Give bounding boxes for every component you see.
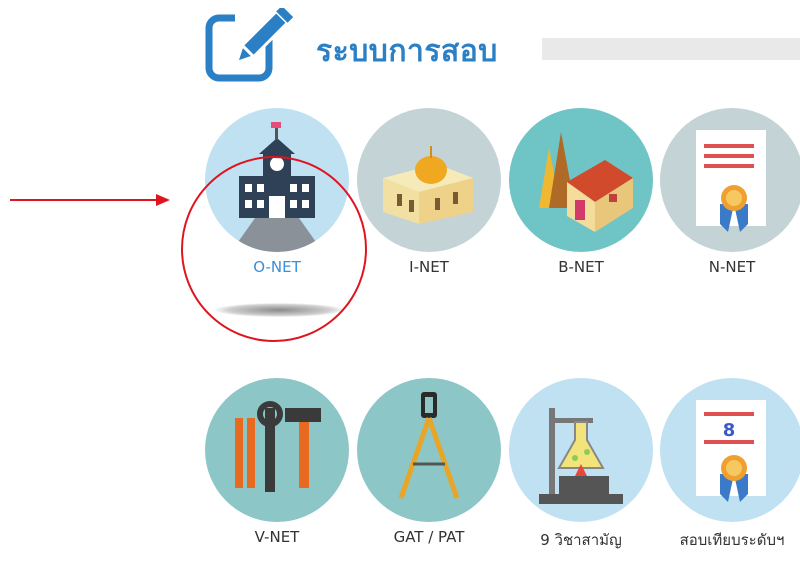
highlight-circle — [181, 156, 367, 342]
compass-icon — [357, 378, 501, 522]
tile-i-net[interactable]: I-NET — [357, 108, 501, 308]
certificate-number: 8 — [723, 420, 736, 441]
tile-label: N-NET — [708, 258, 756, 276]
tile-v-net[interactable]: V-NET — [205, 378, 349, 578]
tile-gat-pat[interactable]: GAT / PAT — [357, 378, 501, 578]
page-title: ระบบการสอบ — [316, 34, 498, 69]
certificate-8-icon: 8 — [660, 378, 800, 522]
pointer-arrow-icon — [10, 194, 170, 206]
tile-equivalency-exam[interactable]: 8 สอบเทียบระดับฯ — [660, 378, 800, 578]
certificate-ribbon-icon — [660, 108, 800, 252]
tools-icon — [205, 378, 349, 522]
tile-b-net[interactable]: B-NET — [509, 108, 653, 308]
tile-n-net[interactable]: N-NET — [660, 108, 800, 308]
edit-pencil-icon — [205, 5, 301, 86]
header-bar — [542, 38, 800, 60]
tile-9-subjects[interactable]: 9 วิชาสามัญ — [509, 378, 653, 578]
mosque-icon — [357, 108, 501, 252]
temple-house-icon — [509, 108, 653, 252]
lab-flask-icon — [509, 378, 653, 522]
tile-label: สอบเทียบระดับฯ — [679, 531, 785, 549]
